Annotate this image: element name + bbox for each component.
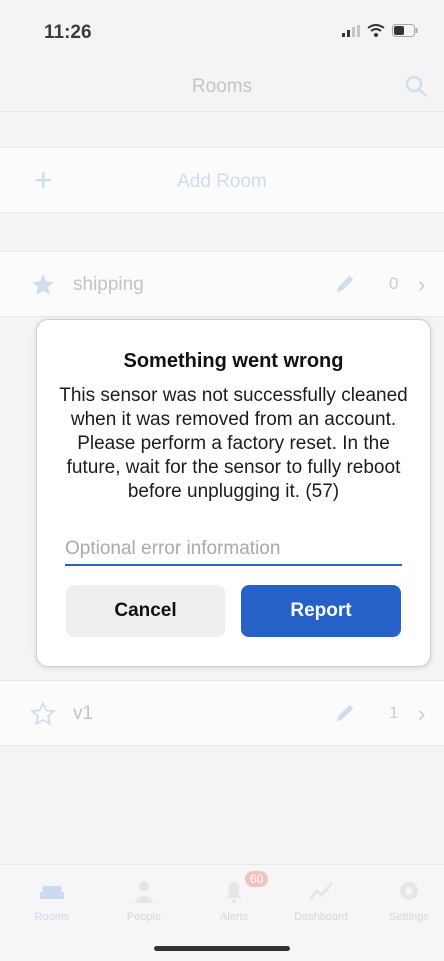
error-dialog: Something went wrong This sensor was not… [36,319,431,667]
dialog-message: This sensor was not successfully cleaned… [59,385,408,502]
error-info-input[interactable] [65,534,402,566]
dialog-title: Something went wrong [123,350,344,372]
report-button[interactable]: Report [241,585,401,637]
cancel-button[interactable]: Cancel [66,585,225,637]
